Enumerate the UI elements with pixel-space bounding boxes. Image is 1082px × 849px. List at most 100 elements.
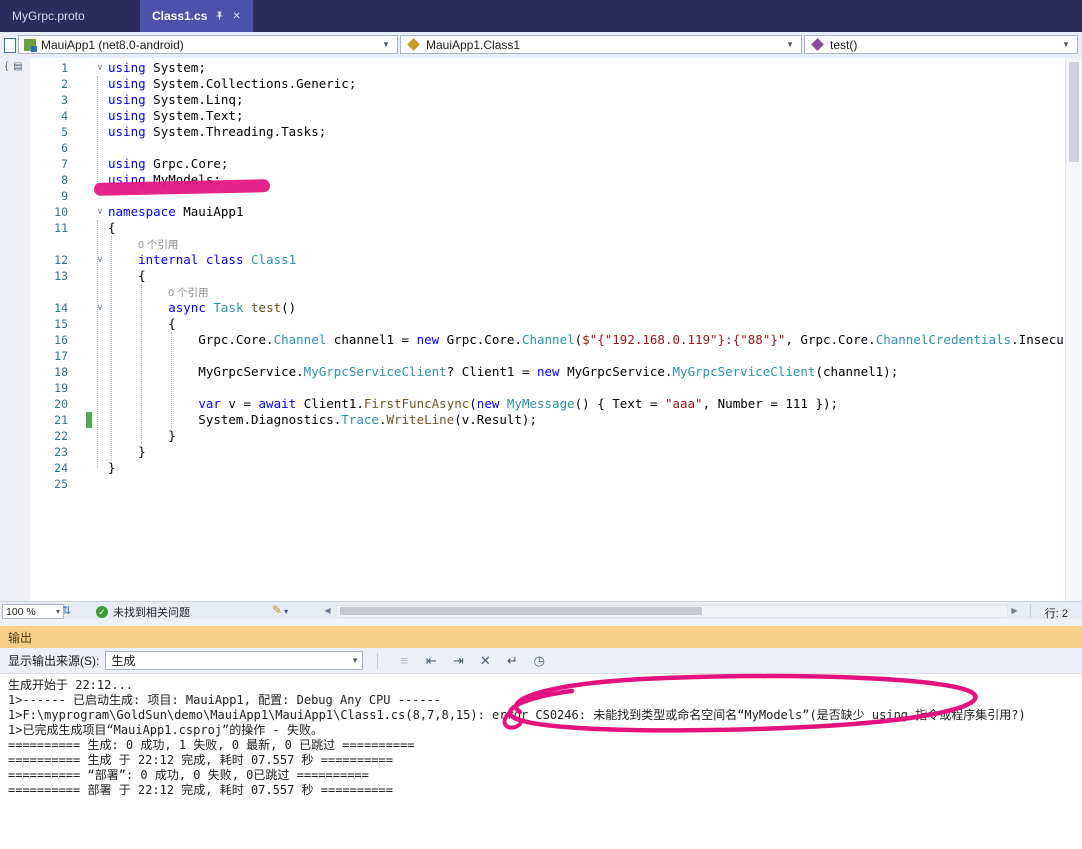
line-number[interactable]: 25	[0, 476, 68, 492]
line-number[interactable]: 20	[0, 396, 68, 412]
code-line[interactable]: 5 using System.Threading.Tasks;	[0, 124, 1066, 140]
line-number[interactable]	[0, 236, 68, 252]
close-icon[interactable]: ✕	[232, 11, 240, 22]
scroll-left-icon[interactable]: ◀	[321, 605, 334, 617]
code-editor[interactable]: { ▤ 1 ∨ using System; 2 using System.Collect…	[0, 58, 1066, 601]
tab-class1-cs[interactable]: Class1.cs ✕	[140, 0, 253, 32]
fold-chevron-icon[interactable]: ∨	[92, 252, 108, 268]
code-text: using System.Linq;	[108, 92, 244, 107]
panel-splitter[interactable]	[0, 619, 1082, 626]
line-number[interactable]: 9	[0, 188, 68, 204]
line-number[interactable]: 11	[0, 220, 68, 236]
project-dropdown[interactable]: MauiApp1 (net8.0-android) ▾	[18, 35, 398, 54]
code-line[interactable]: 18 MyGrpcService.MyGrpcServiceClient? Cl…	[0, 364, 1066, 380]
line-number[interactable]: 2	[0, 76, 68, 92]
document-health-indicator[interactable]: ✓ 未找到相关问题	[96, 604, 190, 620]
line-number[interactable]: 5	[0, 124, 68, 140]
horizontal-scrollbar[interactable]	[336, 605, 1008, 618]
messages-filter-icon[interactable]: ≡	[393, 653, 415, 668]
timestamp-icon[interactable]: ◷	[528, 653, 550, 669]
code-line[interactable]: 16 Grpc.Core.Channel channel1 = new Grpc…	[0, 332, 1066, 348]
line-number[interactable]: 17	[0, 348, 68, 364]
line-number[interactable]: 10	[0, 204, 68, 220]
line-number[interactable]: 24	[0, 460, 68, 476]
code-line[interactable]: 10 ∨ namespace MauiApp1	[0, 204, 1066, 220]
chevron-down-icon: ▾	[787, 39, 793, 49]
code-text: using Grpc.Core;	[108, 156, 229, 171]
line-number[interactable]: 12	[0, 252, 68, 268]
line-number[interactable]: 13	[0, 268, 68, 284]
code-line[interactable]: 19	[0, 380, 1066, 396]
code-line[interactable]: 12 ∨ internal class Class1	[0, 252, 1066, 268]
pin-icon[interactable]	[215, 11, 224, 22]
line-number[interactable]: 19	[0, 380, 68, 396]
fold-chevron-icon[interactable]: ∨	[92, 204, 108, 220]
code-line[interactable]: 3 using System.Linq;	[0, 92, 1066, 108]
output-line[interactable]: 1>------ 已启动生成: 项目: MauiApp1, 配置: Debug …	[8, 693, 1082, 708]
fold-chevron-icon[interactable]: ∨	[92, 300, 108, 316]
output-line[interactable]: ========== 部署 于 22:12 完成, 耗时 07.557 秒 ==…	[8, 783, 1082, 798]
output-line[interactable]: 1>已完成生成项目“MauiApp1.csproj”的操作 - 失败。	[8, 723, 1082, 738]
line-number[interactable]: 21	[0, 412, 68, 428]
next-message-icon[interactable]: ⇥	[447, 653, 469, 669]
output-line[interactable]: ========== 生成: 0 成功, 1 失败, 0 最新, 0 已跳过 =…	[8, 738, 1082, 753]
line-number[interactable]: 14	[0, 300, 68, 316]
line-number[interactable]: 15	[0, 316, 68, 332]
code-line[interactable]: 1 ∨ using System;	[0, 60, 1066, 76]
word-wrap-icon[interactable]: ↵	[501, 653, 523, 669]
code-line[interactable]: 14 ∨ async Task test()	[0, 300, 1066, 316]
tab-mygrpc-proto[interactable]: MyGrpc.proto	[0, 0, 134, 32]
line-number[interactable]	[0, 284, 68, 300]
line-number[interactable]: 4	[0, 108, 68, 124]
clear-all-icon[interactable]: ✕	[474, 653, 496, 669]
vertical-scrollbar-thumb[interactable]	[1069, 62, 1079, 162]
code-line[interactable]: 22 }	[0, 428, 1066, 444]
code-line[interactable]: 13 {	[0, 268, 1066, 284]
code-text: async Task test()	[168, 300, 297, 315]
zoom-dropdown[interactable]: 100 % ▾	[2, 604, 64, 619]
health-check-icon: ✓	[96, 606, 108, 618]
code-line[interactable]: 4 using System.Text;	[0, 108, 1066, 124]
code-line[interactable]: 23 }	[0, 444, 1066, 460]
code-line[interactable]: 11 {	[0, 220, 1066, 236]
previous-message-icon[interactable]: ⇤	[420, 653, 442, 669]
codelens-line[interactable]: 0 个引用	[0, 284, 1066, 300]
line-number[interactable]: 18	[0, 364, 68, 380]
output-line[interactable]: ========== “部署”: 0 成功, 0 失败, 0已跳过 ======…	[8, 768, 1082, 783]
fold-margin	[92, 108, 108, 124]
output-line[interactable]: 1>F:\myprogram\GoldSun\demo\MauiApp1\Mau…	[8, 708, 1082, 723]
code-line[interactable]: 7 using Grpc.Core;	[0, 156, 1066, 172]
code-line[interactable]: 21 System.Diagnostics.Trace.WriteLine(v.…	[0, 412, 1066, 428]
output-log[interactable]: 生成开始于 22:12... 1>------ 已启动生成: 项目: MauiAp…	[0, 674, 1082, 849]
code-line[interactable]: 15 {	[0, 316, 1066, 332]
member-dropdown[interactable]: test() ▾	[804, 35, 1078, 54]
output-panel-header[interactable]: 输出	[0, 626, 1082, 648]
line-number[interactable]: 16	[0, 332, 68, 348]
horizontal-scrollbar-thumb[interactable]	[340, 607, 702, 615]
code-line[interactable]: 25	[0, 476, 1066, 492]
scroll-right-icon[interactable]: ▶	[1008, 605, 1021, 617]
code-line[interactable]: 17	[0, 348, 1066, 364]
chevron-down-icon: ▾	[383, 39, 389, 49]
code-line[interactable]: 6	[0, 140, 1066, 156]
code-line[interactable]: 20 var v = await Client1.FirstFuncAsync(…	[0, 396, 1066, 412]
line-number[interactable]: 7	[0, 156, 68, 172]
output-line[interactable]: ========== 生成 于 22:12 完成, 耗时 07.557 秒 ==…	[8, 753, 1082, 768]
type-dropdown[interactable]: MauiApp1.Class1 ▾	[400, 35, 802, 54]
code-line[interactable]: 2 using System.Collections.Generic;	[0, 76, 1066, 92]
output-source-dropdown[interactable]: 生成 ▾	[105, 651, 364, 670]
line-number[interactable]: 3	[0, 92, 68, 108]
vertical-scrollbar[interactable]	[1065, 58, 1082, 601]
code-line[interactable]: 24}	[0, 460, 1066, 476]
line-number[interactable]: 6	[0, 140, 68, 156]
sync-icon[interactable]: ⇅	[62, 604, 71, 617]
fold-chevron-icon[interactable]: ∨	[92, 60, 108, 76]
line-number[interactable]: 1	[0, 60, 68, 76]
line-number[interactable]: 8	[0, 172, 68, 188]
code-cleanup-button[interactable]: ✎ ▾	[272, 603, 288, 617]
codelens-line[interactable]: 0 个引用	[0, 236, 1066, 252]
output-line[interactable]: 生成开始于 22:12...	[8, 678, 1082, 693]
output-panel-title: 输出	[8, 630, 33, 645]
line-number[interactable]: 23	[0, 444, 68, 460]
line-number[interactable]: 22	[0, 428, 68, 444]
